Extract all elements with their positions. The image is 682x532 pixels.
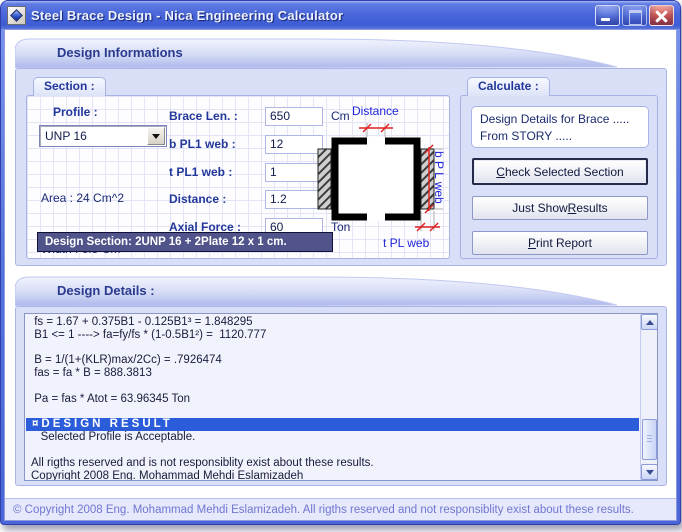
details-line [26, 380, 639, 393]
design-details-title: Design Details : [57, 283, 155, 298]
close-icon[interactable] [649, 5, 674, 26]
design-informations-panel: Section : Profile : UNP 16 Area : 24 Cm^… [15, 68, 667, 266]
arrow-up-icon[interactable] [641, 314, 658, 330]
distance-diagram-label: Distance [352, 104, 399, 118]
design-details-header: Design Details : [15, 276, 617, 306]
design-informations-title: Design Informations [57, 45, 183, 60]
app-window: Steel Brace Design - Nica Engineering Ca… [0, 0, 681, 525]
minimize-icon[interactable] [595, 5, 620, 26]
calculate-group: Calculate : Design Details for Brace ...… [460, 95, 658, 259]
calc-info-line1: Design Details for Brace ..... [480, 111, 640, 128]
b-pl1-web-label: b PL1 web : [169, 137, 265, 151]
design-informations-header: Design Informations [15, 38, 617, 68]
design-details-text[interactable]: fs = 1.67 + 0.375B1 - 0.125B1³ = 1.84829… [24, 313, 658, 481]
arrow-down-icon[interactable] [641, 464, 658, 480]
print-report-button[interactable]: Print Report [472, 231, 648, 255]
window-title: Steel Brace Design - Nica Engineering Ca… [31, 8, 595, 23]
t-pl-web-diagram-label: t PL web [383, 236, 430, 250]
diamond-glyph [10, 9, 23, 22]
profile-combobox[interactable]: UNP 16 [39, 125, 167, 147]
details-line: Selected Profile is Acceptable. [26, 431, 639, 444]
section-group: Section : Profile : UNP 16 Area : 24 Cm^… [26, 95, 450, 259]
section-diagram: Distance b P L web t [305, 101, 447, 253]
details-line [26, 406, 639, 419]
status-bar: © Copyright 2008 Eng. Mohammad Mehdi Esl… [5, 498, 676, 520]
app-diamond-icon[interactable] [7, 6, 26, 25]
profile-label: Profile : [53, 105, 98, 119]
details-line [26, 444, 639, 457]
details-line: B = 1/(1+(KLR)max/2Cc) = .7926474 [26, 354, 639, 367]
client-area: Design Informations Section : Profile : … [4, 29, 677, 521]
just-show-results-button[interactable]: Just Show Results [472, 196, 648, 220]
details-lines: fs = 1.67 + 0.375B1 - 0.125B1³ = 1.84829… [26, 316, 639, 481]
arrow-down-glyph [646, 470, 654, 475]
desktop-backdrop: Steel Brace Design - Nica Engineering Ca… [0, 0, 682, 532]
details-line: All rigths reserved and is not responsib… [26, 457, 639, 470]
arrow-up-glyph [646, 320, 654, 325]
check-selected-section-button[interactable]: Check Selected Section [472, 158, 648, 185]
calculate-info-box: Design Details for Brace ..... From STOR… [471, 106, 649, 148]
section-group-caption: Section : [33, 77, 106, 96]
details-scrollbar[interactable] [640, 314, 657, 480]
chevron-down-icon[interactable] [147, 127, 165, 145]
diagram-interior [331, 137, 421, 221]
status-text: © Copyright 2008 Eng. Mohammad Mehdi Esl… [13, 504, 634, 516]
calc-info-line2: From STORY ..... [480, 128, 640, 145]
b-pl-web-diagram-label: b P L web [432, 151, 446, 204]
details-line: fas = fa * B = 888.3813 [26, 367, 639, 380]
details-line [26, 342, 639, 355]
combo-arrow-glyph [152, 134, 160, 139]
scrollbar-thumb[interactable] [642, 419, 657, 461]
profile-selected-value: UNP 16 [40, 129, 147, 143]
titlebar[interactable]: Steel Brace Design - Nica Engineering Ca… [1, 1, 680, 29]
design-section-banner: Design Section: 2UNP 16 + 2Plate 12 x 1 … [37, 232, 333, 252]
left-plate [318, 149, 331, 209]
design-details-panel: fs = 1.67 + 0.375B1 - 0.125B1³ = 1.84829… [15, 306, 667, 486]
distance-label: Distance : [169, 192, 265, 206]
details-line: Copyright 2008 Eng. Mohammad Mehdi Eslam… [26, 470, 639, 481]
calculate-group-caption: Calculate : [467, 77, 550, 96]
details-line: Pa = fas * Atot = 63.96345 Ton [26, 393, 639, 406]
details-line: fs = 1.67 + 0.375B1 - 0.125B1³ = 1.84829… [26, 316, 639, 329]
design-result-highlighted-line: ¤DESIGN RESULT [26, 418, 639, 431]
window-controls [595, 5, 674, 26]
details-line: B1 <= 1 ----> fa=fy/fs * (1-0.5B1²) = 11… [26, 329, 639, 342]
prop-area: Area : 24 Cm^2 [41, 190, 124, 207]
brace-length-label: Brace Len. : [169, 109, 265, 123]
maximize-icon[interactable] [622, 5, 647, 26]
t-pl1-web-label: t PL1 web : [169, 165, 265, 179]
